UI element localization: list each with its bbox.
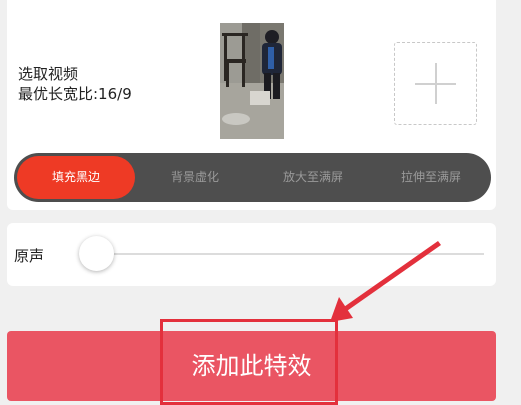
video-thumbnail-image <box>220 23 284 139</box>
video-label: 选取视频 最优长宽比:16/9 <box>18 64 132 104</box>
original-audio-label: 原声 <box>14 247 45 265</box>
mode-blur-background[interactable]: 背景虚化 <box>136 153 254 202</box>
add-effect-button[interactable]: 添加此特效 <box>7 331 496 401</box>
aspect-ratio-text: 最优长宽比:16/9 <box>18 85 132 103</box>
add-effect-label: 添加此特效 <box>191 352 312 380</box>
video-card: 选取视频 最优长宽比:16/9 填充黑边 背景虚化 放大至满屏 拉伸至满屏 <box>7 0 496 210</box>
mode-zoom-fullscreen[interactable]: 放大至满屏 <box>254 153 372 202</box>
fill-mode-selector: 填充黑边 背景虚化 放大至满屏 拉伸至满屏 <box>14 153 491 202</box>
mode-fill-black[interactable]: 填充黑边 <box>17 156 135 199</box>
volume-slider-thumb[interactable] <box>79 236 114 271</box>
mode-stretch-fullscreen[interactable]: 拉伸至满屏 <box>372 153 490 202</box>
volume-slider-track[interactable] <box>97 253 484 255</box>
audio-card: 原声 <box>7 223 496 286</box>
add-video-button[interactable] <box>394 42 477 125</box>
select-video-text: 选取视频 <box>18 65 79 83</box>
video-thumbnail[interactable] <box>220 23 284 139</box>
effect-page: 选取视频 最优长宽比:16/9 填充黑边 背景虚化 放大至满屏 拉伸至满屏 原声… <box>0 0 521 405</box>
